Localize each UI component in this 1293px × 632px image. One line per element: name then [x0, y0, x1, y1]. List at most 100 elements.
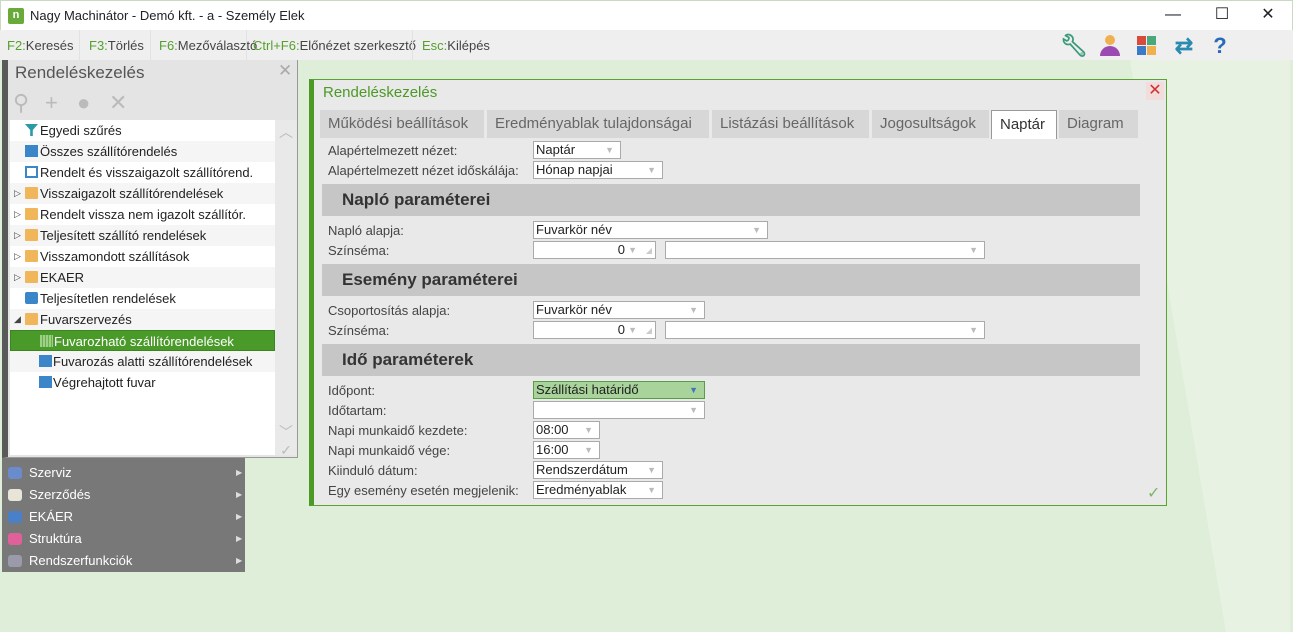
- single-event-display-select[interactable]: Eredményablak ▼: [533, 481, 663, 499]
- tree-item[interactable]: Egyedi szűrés: [10, 120, 275, 141]
- expand-arrow-icon[interactable]: ▷: [14, 225, 21, 246]
- tree-item[interactable]: ▷ Visszaigazolt szállítórendelések: [10, 183, 275, 204]
- select-value: 16:00: [536, 442, 569, 457]
- default-view-select[interactable]: Naptár ▼: [533, 141, 621, 159]
- workday-start-select[interactable]: 08:00 ▼: [533, 421, 600, 439]
- shortcut-exit[interactable]: Esc:Kilépés: [422, 38, 490, 53]
- tree-item[interactable]: Összes szállítórendelés: [10, 141, 275, 162]
- wrench-icon[interactable]: 🔧︎: [1060, 33, 1088, 59]
- naplo-colorscheme-spinner[interactable]: 0 ▼ ◢: [533, 241, 656, 259]
- tab-diagram[interactable]: Diagram: [1059, 110, 1138, 138]
- workday-end-select[interactable]: 16:00 ▼: [533, 441, 600, 459]
- expand-arrow-icon[interactable]: ▷: [14, 183, 21, 204]
- time-point-select[interactable]: Szállítási határidő ▼: [533, 381, 705, 399]
- menu-item-label: Struktúra: [29, 531, 82, 546]
- dialog-close-button[interactable]: ✕: [1146, 82, 1164, 100]
- submenu-arrow-icon: ▶: [236, 490, 243, 499]
- dropdown-arrow-icon: ▼: [628, 325, 637, 335]
- default-timescale-select[interactable]: Hónap napjai ▼: [533, 161, 663, 179]
- tree-icon[interactable]: ●: [77, 90, 90, 116]
- menu-item-rendszerfunkciok[interactable]: Rendszerfunkciók ▶: [2, 550, 245, 572]
- expand-arrow-icon[interactable]: ▷: [14, 267, 21, 288]
- folder-open-icon: [25, 313, 38, 325]
- submenu-arrow-icon: ▶: [236, 534, 243, 543]
- select-value: 08:00: [536, 422, 569, 437]
- shortcut-delete[interactable]: F3:Törlés: [89, 38, 144, 53]
- tree-item-label: Fuvarszervezés: [40, 312, 132, 327]
- shortcut-key: F3:: [89, 38, 108, 53]
- divider: [246, 30, 247, 60]
- check-icon[interactable]: ✓: [275, 442, 297, 459]
- tab-listazasi[interactable]: Listázási beállítások: [712, 110, 869, 138]
- dropdown-arrow-icon: ▼: [969, 245, 978, 255]
- menu-item-struktura[interactable]: Struktúra ▶: [2, 528, 245, 550]
- menu-item-ekaer[interactable]: EKÁER ▶: [2, 506, 245, 528]
- app-logo: n: [8, 8, 24, 24]
- scroll-up-icon[interactable]: ︿: [275, 122, 297, 142]
- dropdown-arrow-icon: ▼: [628, 245, 637, 255]
- tree-item-label: Végrehajtott fuvar: [53, 375, 156, 390]
- tab-jogosultsagok[interactable]: Jogosultságok: [872, 110, 989, 138]
- contract-icon: [8, 489, 22, 501]
- duration-select[interactable]: ▼: [533, 401, 705, 419]
- dialog-title: Rendeléskezelés: [323, 84, 438, 101]
- tab-naptar[interactable]: Naptár: [991, 110, 1057, 139]
- esemeny-colorscheme-spinner[interactable]: 0 ▼ ◢: [533, 321, 656, 339]
- select-value: Hónap napjai: [536, 162, 613, 177]
- tab-mukodesi[interactable]: Működési beállítások: [320, 110, 484, 138]
- naplo-colorscheme-label: Színséma:: [328, 243, 390, 258]
- naplo-color-select[interactable]: ▼: [665, 241, 985, 259]
- shortcut-preview-editor[interactable]: Ctrl+F6:Előnézet szerkesztő: [253, 38, 416, 53]
- shortcut-label: Kilépés: [447, 38, 490, 53]
- dropdown-arrow-icon: ▼: [689, 405, 698, 415]
- tree-item-selected[interactable]: Fuvarozható szállítórendelések: [10, 330, 275, 351]
- monitor-icon: [39, 355, 52, 367]
- select-value: 0: [617, 242, 625, 257]
- naplo-basis-select[interactable]: Fuvarkör név ▼: [533, 221, 768, 239]
- filter-icon: [25, 124, 38, 136]
- left-panel-title: Rendeléskezelés: [15, 63, 145, 82]
- dialog-ok-check-icon[interactable]: ✓: [1147, 483, 1160, 503]
- tree-item-label: Teljesített szállító rendelések: [40, 228, 207, 243]
- tree-scrollbar[interactable]: ︿ ﹀ ✓: [275, 120, 297, 458]
- expand-arrow-icon[interactable]: ▷: [14, 204, 21, 225]
- tree-item[interactable]: Fuvarozás alatti szállítórendelések: [10, 351, 275, 372]
- shortcut-field-chooser[interactable]: F6:Mezőválasztó: [159, 38, 257, 53]
- tree-item[interactable]: ▷ Visszamondott szállítások: [10, 246, 275, 267]
- tree-item-label: Visszaigazolt szállítórendelések: [40, 186, 224, 201]
- tree-item[interactable]: ▷ Teljesített szállító rendelések: [10, 225, 275, 246]
- user-icon[interactable]: [1097, 33, 1123, 59]
- esemeny-color-select[interactable]: ▼: [665, 321, 985, 339]
- tree-item[interactable]: ▷ Rendelt vissza nem igazolt szállítór.: [10, 204, 275, 225]
- dropdown-arrow-icon: ▼: [605, 145, 614, 155]
- tree-item[interactable]: Végrehajtott fuvar: [10, 372, 275, 393]
- menu-item-szerzodes[interactable]: Szerződés ▶: [2, 484, 245, 506]
- scroll-down-icon[interactable]: ﹀: [275, 422, 297, 442]
- dropdown-arrow-icon: ▼: [689, 305, 698, 315]
- collapse-arrow-icon[interactable]: ◢: [14, 309, 21, 330]
- swap-icon[interactable]: ⇄: [1171, 33, 1197, 59]
- add-icon[interactable]: +: [45, 90, 58, 116]
- maximize-button[interactable]: ☐: [1202, 4, 1242, 26]
- shortcut-search[interactable]: F2:Keresés: [7, 38, 74, 53]
- help-icon[interactable]: ?: [1207, 33, 1233, 59]
- workday-end-label: Napi munkaidő vége:: [328, 443, 451, 458]
- pin-icon[interactable]: ✕: [109, 90, 127, 116]
- tree-item[interactable]: ◢ Fuvarszervezés: [10, 309, 275, 330]
- gears-icon: [8, 555, 22, 567]
- menu-item-szerviz[interactable]: Szerviz ▶: [2, 462, 245, 484]
- start-date-select[interactable]: Rendszerdátum ▼: [533, 461, 663, 479]
- tab-eredmenyablak[interactable]: Eredményablak tulajdonságai: [487, 110, 709, 138]
- select-value: 0: [617, 322, 625, 337]
- tree-item[interactable]: Rendelt és visszaigazolt szállítórend.: [10, 162, 275, 183]
- minimize-button[interactable]: —: [1153, 4, 1193, 26]
- tree-item-label: Összes szállítórendelés: [40, 144, 178, 159]
- close-button[interactable]: ✕: [1248, 4, 1288, 26]
- tiles-icon[interactable]: [1134, 33, 1160, 59]
- left-panel-close-button[interactable]: ✕: [278, 61, 292, 81]
- tree-item[interactable]: ▷ EKAER: [10, 267, 275, 288]
- expand-arrow-icon[interactable]: ▷: [14, 246, 21, 267]
- tree-item[interactable]: Teljesítetlen rendelések: [10, 288, 275, 309]
- search-icon[interactable]: ⚲: [13, 90, 29, 116]
- grouping-select[interactable]: Fuvarkör név ▼: [533, 301, 705, 319]
